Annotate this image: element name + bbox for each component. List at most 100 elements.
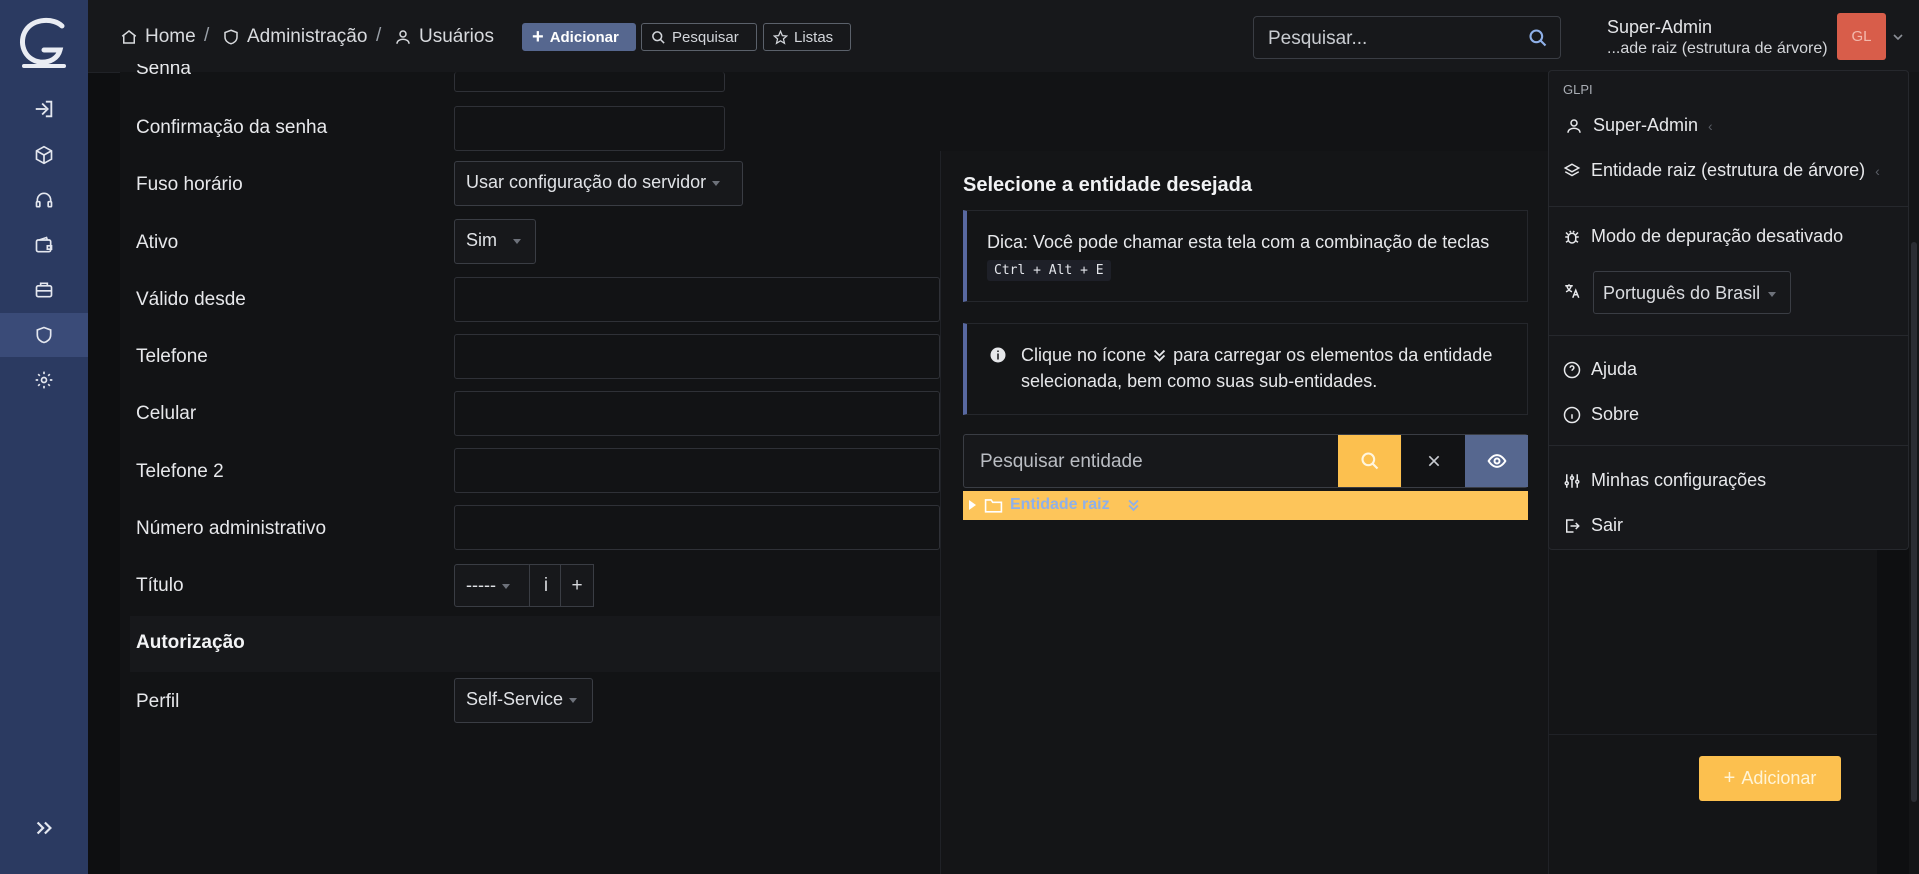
chevron-down-icon [501,583,510,589]
breadcrumb-admin-label: Administração [247,26,368,47]
menu-item-help-label: Ajuda [1591,359,1638,379]
menu-divider [1549,206,1908,207]
password-confirm-field[interactable] [454,106,725,151]
scrollbar[interactable] [1909,72,1919,874]
sign-in-icon[interactable] [0,87,88,131]
bug-icon [1565,230,1579,244]
language-select[interactable]: Português do Brasil [1593,271,1791,314]
menu-item-debug[interactable]: Modo de depuração desativado [1563,226,1843,247]
add-submit-label: Adicionar [1741,768,1817,788]
global-search-input[interactable]: Pesquisar... [1253,16,1561,59]
entity-tree-root[interactable]: Entidade raiz [963,491,1528,520]
add-submit-button[interactable]: + Adicionar [1699,756,1841,801]
lists-button[interactable]: Listas [763,23,851,51]
timezone-select[interactable]: Usar configuração do servidor [454,161,743,206]
breadcrumb-separator: / [204,25,210,46]
info-button[interactable]: i [529,564,563,607]
user-menu: GLPI Super-Admin ‹ Entidade raiz (estrut… [1548,70,1909,550]
global-search-placeholder: Pesquisar... [1268,28,1368,49]
valid-from-label: Válido desde [136,289,246,310]
chevron-down-icon[interactable] [1892,32,1904,42]
user-icon [396,30,410,44]
shortcut-tip: Dica: Você pode chamar esta tela com a c… [963,210,1528,302]
entity-selector-panel: Selecione a entidade desejada Dica: Você… [940,151,1549,874]
authorization-heading: Autorização [136,632,245,653]
glpi-logo[interactable] [18,16,70,72]
add-title-button[interactable]: + [560,564,594,607]
menu-item-about-label: Sobre [1591,404,1640,424]
lists-button-label: Listas [794,28,834,46]
active-select[interactable]: Sim [454,219,536,264]
user-name[interactable]: Super-Admin [1607,17,1712,38]
scrollbar-thumb[interactable] [1911,242,1917,802]
shield-icon[interactable] [0,313,88,357]
menu-item-profile[interactable]: Super-Admin ‹ [1565,115,1713,136]
tree-info-alert: Clique no ícone para carregar os element… [963,323,1528,415]
valid-from-field[interactable] [454,277,940,322]
profile-select[interactable]: Self-Service [454,678,593,723]
double-chevron-down-icon[interactable] [1126,498,1141,513]
search-icon[interactable] [1528,28,1548,48]
phone-field[interactable] [454,334,940,379]
entity-search-button[interactable] [1338,435,1401,487]
breadcrumb-admin[interactable]: Administração [222,26,367,48]
clear-search-button[interactable] [1402,435,1465,487]
info-icon [1563,406,1581,423]
profile-label: Perfil [136,691,180,712]
add-button-label: Adicionar [549,28,619,46]
logout-icon [1566,518,1580,533]
timezone-label: Fuso horário [136,174,243,195]
plus-icon: + [1723,767,1736,789]
admin-number-field[interactable] [454,505,940,550]
menu-divider [1549,335,1908,336]
chevron-down-icon [513,238,521,244]
tree-info-text-start: Clique no ícone [1021,345,1147,365]
caret-right-icon [969,500,976,510]
menu-item-logout[interactable]: Sair [1563,515,1623,536]
phone2-field[interactable] [454,448,940,493]
breadcrumb-users-label: Usuários [419,26,494,47]
box-icon[interactable] [0,133,88,177]
wallet-icon[interactable] [0,223,88,267]
info-icon [990,347,1006,363]
phone-label: Telefone [136,346,208,367]
breadcrumb-users[interactable]: Usuários [394,26,494,48]
entity-search-input[interactable]: Pesquisar entidade [963,434,1528,488]
headset-icon[interactable] [0,178,88,222]
search-button-label: Pesquisar [672,28,739,46]
language-select-value: Português do Brasil [1603,283,1761,303]
star-icon [773,29,788,45]
show-all-button[interactable] [1465,435,1528,487]
chevron-left-icon: ‹ [1875,162,1880,179]
double-chevron-right-icon[interactable] [0,806,88,850]
close-icon [1428,455,1439,467]
breadcrumb-home-label: Home [145,26,196,47]
shortcut-keys: Ctrl + Alt + E [987,260,1111,281]
timezone-select-value: Usar configuração do servidor [466,172,707,192]
sliders-icon [1564,473,1580,488]
breadcrumb-home[interactable]: Home [120,26,196,48]
mobile-field[interactable] [454,391,940,436]
user-entity[interactable]: ...ade raiz (estrutura de árvore) [1607,40,1828,58]
gear-icon[interactable] [0,358,88,402]
folder-icon [984,499,1003,513]
menu-item-about[interactable]: Sobre [1563,404,1639,425]
menu-item-logout-label: Sair [1591,515,1624,535]
menu-item-entity[interactable]: Entidade raiz (estrutura de árvore) ‹ [1563,160,1880,181]
entity-tree-root-label: Entidade raiz [1010,496,1110,513]
chevron-down-icon [569,697,578,703]
password-field[interactable] [454,72,725,92]
menu-item-settings[interactable]: Minhas configurações [1563,470,1766,491]
search-icon [652,30,665,44]
eye-icon [1487,454,1506,468]
briefcase-icon[interactable] [0,268,88,312]
user-menu-header: GLPI [1563,82,1593,97]
profile-select-value: Self-Service [466,689,564,709]
search-button[interactable]: Pesquisar [641,23,757,51]
language-icon [1565,284,1580,299]
avatar[interactable]: GL [1837,13,1886,60]
add-button[interactable]: + Adicionar [522,23,636,51]
active-label: Ativo [136,232,179,253]
menu-item-help[interactable]: Ajuda [1563,359,1637,380]
title-select[interactable]: ----- [454,564,531,607]
